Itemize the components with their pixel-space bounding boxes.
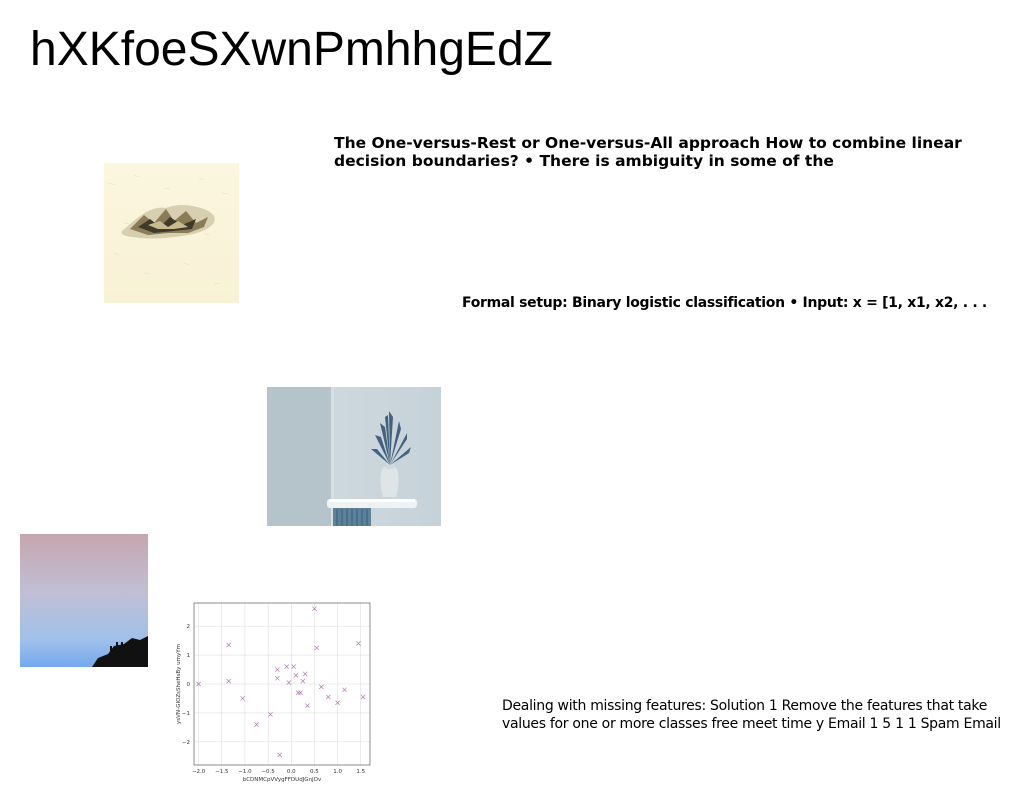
chart-grid: [194, 603, 370, 765]
x-tick-label: 0.5: [310, 769, 319, 775]
y-tick-label: 2: [187, 624, 191, 630]
data-point: [295, 690, 301, 696]
x-tick-label: 0.0: [287, 769, 296, 775]
data-point: [325, 694, 331, 700]
paragraph-missing-features: Dealing with missing features: Solution …: [502, 698, 1001, 732]
paragraph-formal-setup: Formal setup: Binary logistic classifica…: [462, 295, 987, 311]
data-point: [291, 664, 296, 669]
data-point: [226, 678, 232, 684]
x-axis-label: bCDNMCpVVygFFDUdJGnJOv: [243, 777, 322, 783]
scatter-chart: −2.0 −1.5 −1.0 −0.5 0.0 0.5 1.0 1.5 2 1 0 −1 −2 bCD…: [176, 602, 371, 783]
x-tick-label: −1.0: [238, 769, 252, 775]
data-point: [319, 684, 324, 690]
data-point: [314, 645, 320, 651]
crumpled-paper-image: [104, 163, 239, 303]
x-tick-labels: −2.0 −1.5 −1.0 −0.5 0.0 0.5 1.0 1.5: [192, 769, 366, 775]
sky-silhouette-graphic: [92, 636, 148, 667]
x-tick-label: 1.5: [356, 769, 365, 775]
data-point: [240, 696, 245, 701]
y-tick-label: −1: [182, 711, 190, 717]
vase-interior-graphic: [267, 387, 417, 526]
y-tick-label: 0: [187, 682, 191, 688]
y-tick-label: 1: [187, 653, 191, 659]
vase-interior-image: [267, 387, 441, 526]
paragraph-one-vs-rest: The One-versus-Rest or One-versus-All ap…: [334, 134, 962, 170]
data-point: [342, 687, 347, 693]
x-tick-label: 1.0: [333, 769, 342, 775]
data-point: [275, 675, 280, 681]
x-tick-label: −1.5: [215, 769, 229, 775]
page-title: hXKfoeSXwnPmhhgEdZ: [30, 23, 553, 76]
data-point: [300, 678, 306, 684]
sky-silhouette-image: [20, 534, 148, 667]
data-point: [226, 642, 232, 648]
data-point: [356, 641, 361, 646]
x-tick-label: −2.0: [192, 769, 206, 775]
data-point: [302, 671, 308, 677]
x-tick-label: −0.5: [261, 769, 275, 775]
data-point: [254, 722, 259, 727]
data-point: [305, 703, 310, 709]
y-axis-label: ysVN-GIOZsSheHsBy umyYm: [176, 644, 182, 724]
crumpled-paper-graphic: [108, 174, 229, 285]
data-point: [293, 672, 299, 678]
data-point: [360, 694, 366, 700]
data-point: [298, 690, 303, 696]
data-point: [284, 664, 289, 669]
data-point: [275, 667, 280, 672]
data-point: [277, 752, 283, 758]
y-tick-label: −2: [182, 740, 190, 746]
y-tick-labels: 2 1 0 −1 −2: [182, 624, 191, 746]
